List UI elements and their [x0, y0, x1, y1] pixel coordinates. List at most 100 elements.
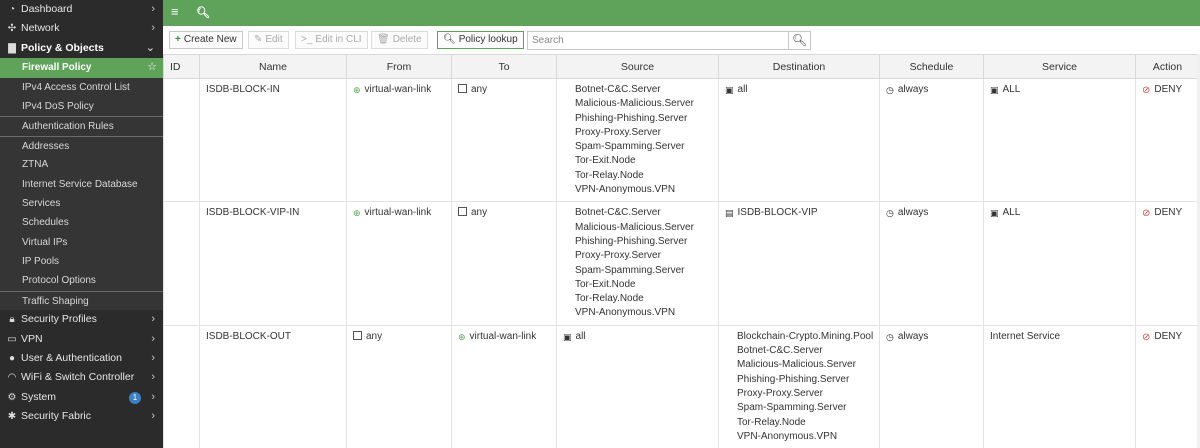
- sidebar-item-label: Policy & Objects: [21, 41, 104, 54]
- source-item: Botnet-C&C.Server: [575, 84, 661, 95]
- cell-from: any: [346, 324, 452, 448]
- cell-action: ⊘ DENY: [1135, 77, 1200, 203]
- sidebar-item-label: User & Authentication: [21, 352, 122, 365]
- sidebar-item-firewall-policy[interactable]: Firewall Policy ☆: [0, 58, 163, 78]
- destination-item: VPN-Anonymous.VPN: [737, 430, 838, 442]
- table-row[interactable]: ISDB-BLOCK-IN ⊕ virtual-wan-link any Botn…: [163, 77, 1200, 203]
- table-header-row: ID Name From To Source Destination Sched…: [163, 54, 1200, 79]
- wifi-icon: ◠: [7, 372, 17, 384]
- toolbar: + Create New ✎ Edit >_ Edit in CLI 🗑︎ Delete…: [163, 26, 1200, 54]
- create-new-button[interactable]: + Create New: [169, 31, 243, 49]
- sdwan-interface-icon: ⊕: [458, 331, 466, 342]
- source-item: Malicious-Malicious.Server: [575, 98, 694, 110]
- destination-item: Spam-Spamming.Server: [737, 402, 847, 414]
- source-item: VPN-Anonymous.VPN: [575, 184, 676, 196]
- sidebar-item-security-profiles[interactable]: 🔒︎ Security Profiles ›: [0, 310, 163, 329]
- chevron-right-icon: ›: [151, 390, 155, 403]
- cell-action: ⊘ DENY: [1135, 201, 1200, 326]
- column-header-destination[interactable]: Destination: [718, 54, 880, 79]
- action-value: DENY: [1154, 330, 1183, 342]
- sidebar-item-vpn[interactable]: ▭ VPN ›: [0, 330, 163, 349]
- sidebar-item-ip-pools[interactable]: IP Pools: [0, 252, 163, 272]
- column-header-service[interactable]: Service: [983, 54, 1136, 79]
- table-row[interactable]: ISDB-BLOCK-OUT any ⊕ virtual-wan-link ▣ al…: [163, 324, 1200, 448]
- star-icon[interactable]: ☆: [147, 58, 157, 77]
- sidebar-item-dashboard[interactable]: ◔ Dashboard ›: [0, 0, 163, 19]
- column-header-action[interactable]: Action: [1135, 54, 1200, 79]
- sidebar-item-ipv4-acl[interactable]: IPv4 Access Control List: [0, 77, 163, 97]
- sidebar-item-policy-objects[interactable]: ▇ Policy & Objects ⌄: [0, 39, 163, 58]
- sdwan-interface-icon: ⊕: [353, 208, 361, 219]
- from-value: virtual-wan-link: [364, 84, 432, 95]
- deny-icon: ⊘: [1142, 208, 1151, 220]
- search-icon[interactable]: 🔍︎: [196, 6, 210, 19]
- policy-table-container: ID Name From To Source Destination Sched…: [163, 54, 1200, 448]
- destination-item: Malicious-Malicious.Server: [737, 359, 856, 371]
- sidebar-item-isdb[interactable]: Internet Service Database: [0, 174, 163, 194]
- cell-source: Botnet-C&C.Server Malicious-Malicious.Se…: [556, 77, 719, 203]
- to-value: any: [471, 84, 488, 95]
- sidebar-item-wifi-switch[interactable]: ◠ WiFi & Switch Controller ›: [0, 368, 163, 387]
- sidebar-item-traffic-shaping[interactable]: Traffic Shaping: [0, 290, 163, 311]
- vpn-icon: ▭: [7, 333, 17, 345]
- chevron-right-icon: ›: [151, 352, 155, 365]
- column-header-source[interactable]: Source: [556, 54, 719, 79]
- policy-table: ID Name From To Source Destination Sched…: [163, 54, 1200, 448]
- sidebar-item-label: Internet Service Database: [22, 178, 138, 190]
- menu-icon[interactable]: ≡: [171, 4, 179, 19]
- chevron-right-icon: ›: [151, 410, 155, 423]
- sidebar-item-system[interactable]: ⚙ System 1 ›: [0, 388, 163, 407]
- column-header-from[interactable]: From: [346, 54, 452, 79]
- cell-source: Botnet-C&C.Server Malicious-Malicious.Se…: [556, 201, 719, 326]
- interface-icon: [353, 330, 362, 340]
- sidebar-item-label: Schedules: [22, 217, 69, 229]
- destination-item: Phishing-Phishing.Server: [737, 373, 850, 385]
- sidebar-item-schedules[interactable]: Schedules: [0, 213, 163, 233]
- sidebar: ◔ Dashboard › ✣ Network › ▇ Policy & Obj…: [0, 0, 163, 448]
- source-item: Spam-Spamming.Server: [575, 141, 685, 153]
- policy-lookup-button[interactable]: 🔍︎ Policy lookup: [437, 31, 524, 49]
- table-row[interactable]: ISDB-BLOCK-VIP-IN ⊕ virtual-wan-link any …: [163, 201, 1200, 326]
- search-button[interactable]: 🔍︎: [788, 32, 810, 49]
- sidebar-item-label: Virtual IPs: [22, 236, 68, 248]
- sidebar-item-virtual-ips[interactable]: Virtual IPs: [0, 232, 163, 253]
- sidebar-item-ztna[interactable]: ZTNA: [0, 155, 163, 175]
- edit-in-cli-label: Edit in CLI: [315, 34, 362, 45]
- source-item: VPN-Anonymous.VPN: [575, 307, 676, 319]
- service-icon: ▣: [990, 208, 999, 219]
- sidebar-item-addresses[interactable]: Addresses: [0, 135, 163, 156]
- sidebar-item-protocol-options[interactable]: Protocol Options: [0, 271, 163, 291]
- sidebar-item-user-auth[interactable]: ● User & Authentication ›: [0, 349, 163, 368]
- source-item: Phishing-Phishing.Server: [575, 235, 688, 247]
- search-input[interactable]: [532, 33, 782, 48]
- cell-to: any: [451, 77, 557, 203]
- source-item: Tor-Exit.Node: [575, 278, 636, 290]
- delete-button[interactable]: 🗑︎ Delete: [371, 31, 428, 49]
- column-header-schedule[interactable]: Schedule: [879, 54, 984, 79]
- column-header-to[interactable]: To: [451, 54, 557, 79]
- cell-id: [163, 324, 200, 448]
- schedule-value: always: [897, 84, 929, 95]
- service-value: ALL: [1002, 84, 1021, 95]
- chevron-right-icon: ›: [151, 22, 155, 35]
- cell-id: [163, 77, 200, 203]
- column-header-id[interactable]: ID: [163, 54, 200, 79]
- column-header-name[interactable]: Name: [199, 54, 347, 79]
- sidebar-item-services[interactable]: Services: [0, 193, 163, 214]
- edit-in-cli-button[interactable]: >_ Edit in CLI: [295, 31, 368, 49]
- edit-button[interactable]: ✎ Edit: [248, 31, 289, 49]
- pencil-icon: ✎: [254, 34, 263, 45]
- destination-item: Botnet-C&C.Server: [737, 345, 823, 357]
- sidebar-item-security-fabric[interactable]: ✱ Security Fabric ›: [0, 407, 163, 426]
- sidebar-item-label: IPv4 DoS Policy: [22, 100, 94, 112]
- sidebar-item-ipv4-dos[interactable]: IPv4 DoS Policy: [0, 96, 163, 117]
- sidebar-item-label: Dashboard: [21, 3, 73, 15]
- sidebar-item-authentication-rules[interactable]: Authentication Rules: [0, 116, 163, 136]
- destination-item: Tor-Relay.Node: [737, 416, 806, 428]
- lock-icon: 🔒︎: [9, 314, 15, 326]
- from-value: virtual-wan-link: [364, 207, 432, 219]
- sidebar-item-network[interactable]: ✣ Network ›: [0, 19, 163, 38]
- schedule-icon: ◷: [886, 85, 894, 95]
- user-icon: ●: [8, 353, 16, 365]
- destination-value: all: [737, 84, 748, 95]
